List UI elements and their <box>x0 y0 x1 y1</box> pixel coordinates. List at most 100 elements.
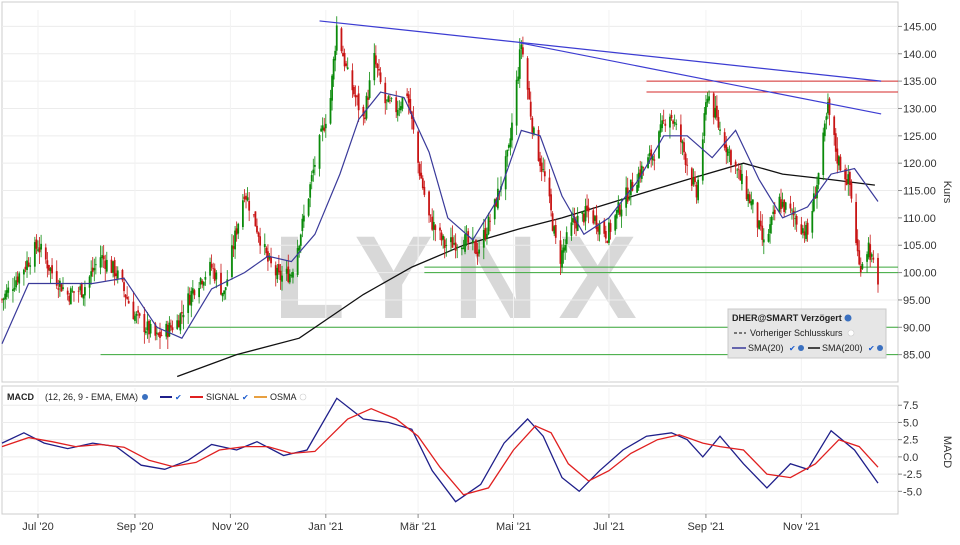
candle-down <box>421 178 424 189</box>
candle-down <box>833 116 836 136</box>
candle-down <box>243 196 246 200</box>
candle-down <box>434 225 437 231</box>
candle-down <box>378 68 380 71</box>
candle-down <box>606 240 609 243</box>
candle-down <box>38 247 41 253</box>
candle-down <box>712 93 715 118</box>
candle-down <box>587 207 590 212</box>
legend-title-settings-icon[interactable] <box>844 314 852 322</box>
candle-up <box>486 233 488 239</box>
candle-down <box>834 133 837 152</box>
candle-up <box>246 197 249 201</box>
candle-down <box>252 214 255 216</box>
legend-sma20-check-icon[interactable]: ✔ <box>789 344 796 353</box>
candle-down <box>354 95 357 98</box>
candle-down <box>858 250 861 265</box>
price-y-tick-label: 110.00 <box>903 213 936 225</box>
macd-y-tick-label: 0.0 <box>903 452 918 464</box>
candle-up <box>324 123 327 129</box>
candle-down <box>529 101 532 117</box>
x-tick-label: Sep '21 <box>687 521 724 533</box>
candle-up <box>165 323 168 337</box>
candle-up <box>373 52 376 81</box>
candle-down <box>642 167 645 169</box>
candle-up <box>15 280 17 288</box>
candle-down <box>323 127 326 131</box>
candle-up <box>90 271 93 277</box>
candle-down <box>379 72 382 83</box>
candle-down <box>540 162 543 172</box>
candle-down <box>356 95 358 97</box>
candle-up <box>29 265 32 267</box>
y-axis: 85.00 90.00 95.00 100.00 105.00 110.00 115.00 1… <box>898 21 937 498</box>
legend-sma200-check-icon[interactable]: ✔ <box>868 344 875 353</box>
candle-down <box>235 228 238 235</box>
candle-down <box>806 222 809 235</box>
candle-down <box>451 237 454 248</box>
macd-legend-signal-check-icon[interactable]: ✔ <box>242 393 249 402</box>
candle-down <box>748 194 751 204</box>
candle-down <box>395 97 398 113</box>
candle-up <box>802 228 804 233</box>
candle-up <box>179 313 182 331</box>
candle-up <box>581 211 584 214</box>
candle-down <box>201 280 204 285</box>
candle-up <box>234 230 236 250</box>
candle-up <box>182 314 185 318</box>
candle-up <box>365 95 368 119</box>
candle-down <box>210 263 213 268</box>
candle-down <box>855 202 857 244</box>
candle-up <box>334 50 337 61</box>
macd-legend-signal-label: SIGNAL <box>206 392 239 402</box>
macd-legend-osma-toggle-icon[interactable] <box>299 393 307 401</box>
candle-up <box>701 139 704 181</box>
candle-down <box>454 242 457 251</box>
candle-up <box>593 216 596 221</box>
candle-up <box>4 293 7 300</box>
candle-up <box>223 290 226 295</box>
legend-sma200-settings-icon[interactable] <box>877 345 883 351</box>
candle-up <box>149 323 152 334</box>
candle-up <box>176 320 179 329</box>
candle-down <box>91 267 94 272</box>
macd-legend-macd-check-icon[interactable]: ✔ <box>175 393 182 402</box>
candle-down <box>839 156 842 171</box>
candle-down <box>110 259 113 273</box>
candle-up <box>101 255 104 259</box>
legend-prev-close-toggle-icon[interactable] <box>847 329 855 337</box>
candle-down <box>828 98 831 115</box>
candle-up <box>79 286 82 291</box>
candle-down <box>113 260 116 277</box>
candle-down <box>367 97 369 100</box>
candle-down <box>539 158 542 166</box>
candle-down <box>353 86 355 95</box>
candle-down <box>583 213 585 223</box>
candle-up <box>23 269 25 275</box>
candle-up <box>817 172 820 185</box>
candle-down <box>695 185 698 198</box>
candle-up <box>318 135 321 169</box>
candle-up <box>390 98 393 100</box>
candle-up <box>453 243 455 245</box>
candle-up <box>299 234 302 246</box>
legend-prev-close-label: Vorheriger Schlusskurs <box>750 328 843 338</box>
macd-settings-icon[interactable] <box>142 394 148 400</box>
legend-sma20-label: SMA(20) <box>748 343 784 353</box>
candle-down <box>845 179 848 186</box>
candle-down <box>406 93 409 97</box>
candle-up <box>703 113 706 137</box>
candle-down <box>180 312 183 314</box>
candle-down <box>672 120 674 124</box>
legend-sma20-settings-icon[interactable] <box>798 345 804 351</box>
candle-up <box>741 173 743 185</box>
x-tick-label: Jul '20 <box>22 521 53 533</box>
candle-up <box>669 116 671 128</box>
candle-down <box>345 63 348 66</box>
candle-up <box>303 215 305 222</box>
candle-up <box>681 141 684 144</box>
candle-down <box>715 105 718 118</box>
price-y-tick-label: 135.00 <box>903 76 937 88</box>
candle-up <box>387 96 390 103</box>
candle-up <box>199 278 202 285</box>
candle-down <box>60 284 63 292</box>
